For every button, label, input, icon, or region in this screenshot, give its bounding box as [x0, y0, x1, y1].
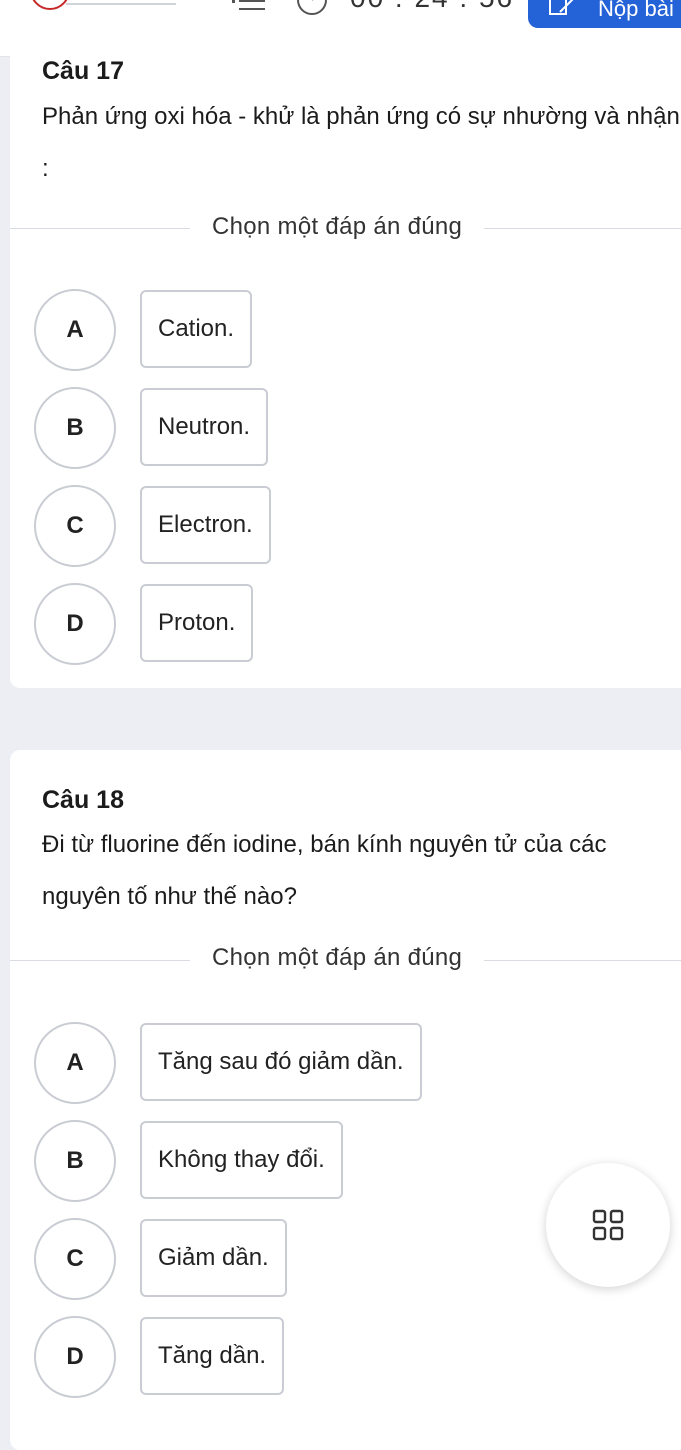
question-title: Câu 18	[42, 786, 124, 814]
option-letter[interactable]: B	[34, 1120, 116, 1202]
option-letter[interactable]: A	[34, 289, 116, 371]
option-letter[interactable]: C	[34, 485, 116, 567]
question-title: Câu 17	[42, 57, 124, 85]
instruction-label: Chọn một đáp án đúng	[190, 944, 485, 972]
option-text[interactable]: Neutron.	[140, 388, 269, 466]
option-letter[interactable]: B	[34, 387, 116, 469]
question-text: Phản ứng oxi hóa - khử là phản ứng có sự…	[42, 103, 680, 182]
option-letter[interactable]: D	[34, 1316, 116, 1398]
option-letter[interactable]: A	[34, 1022, 116, 1104]
option-text[interactable]: Proton.	[140, 584, 254, 662]
question-card: Câu 18 Đi từ fluorine đến iodine, bán kí…	[10, 750, 681, 1450]
edit-icon	[549, 0, 574, 15]
option-text[interactable]: Cation.	[140, 290, 253, 368]
submit-button[interactable]: Nộp bài	[528, 0, 681, 28]
back-icon[interactable]	[30, 0, 70, 10]
option-c[interactable]: C Electron.	[34, 485, 654, 567]
option-letter[interactable]: C	[34, 1218, 116, 1300]
option-letter[interactable]: D	[34, 583, 116, 665]
option-text[interactable]: Tăng sau đó giảm dần.	[140, 1023, 422, 1101]
option-text[interactable]: Electron.	[140, 486, 271, 564]
timer-icon	[297, 0, 327, 15]
option-text[interactable]: Tăng dần.	[140, 1317, 285, 1395]
question-card: Câu 17 Phản ứng oxi hóa - khử là phản ứn…	[10, 30, 681, 688]
question-text: Đi từ fluorine đến iodine, bán kính nguy…	[42, 831, 607, 910]
instruction-label: Chọn một đáp án đúng	[190, 213, 485, 241]
submit-label: Nộp bài	[598, 0, 674, 21]
question-grid-button[interactable]	[546, 1163, 670, 1287]
grid-icon	[592, 1209, 624, 1241]
option-d[interactable]: D Proton.	[34, 583, 654, 665]
option-text[interactable]: Không thay đổi.	[140, 1121, 343, 1199]
progress-line	[66, 3, 176, 5]
option-a[interactable]: A Tăng sau đó giảm dần.	[34, 1022, 654, 1104]
timer-text: 00 : 24 : 56	[350, 0, 514, 14]
option-a[interactable]: A Cation.	[34, 289, 654, 371]
menu-icon[interactable]	[228, 0, 268, 16]
option-b[interactable]: B Neutron.	[34, 387, 654, 469]
option-d[interactable]: D Tăng dần.	[34, 1316, 654, 1398]
option-text[interactable]: Giảm dần.	[140, 1219, 287, 1297]
